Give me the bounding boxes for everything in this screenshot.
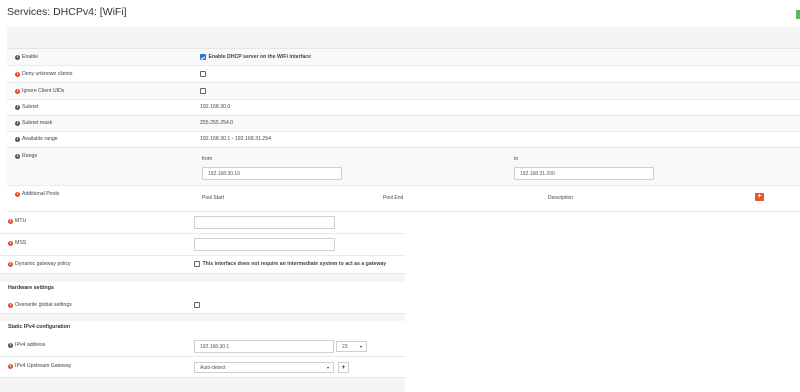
- ipv4-gateway-select[interactable]: Auto-detect: [194, 362, 334, 373]
- deny-unknown-label: Deny unknown clients: [22, 71, 73, 77]
- add-pool-button[interactable]: +: [755, 193, 764, 201]
- enable-label: Enable: [22, 54, 39, 60]
- gateway-policy-label: Dynamic gateway policy: [15, 261, 71, 267]
- chevron-down-icon: [360, 346, 362, 348]
- warning-icon[interactable]: i: [8, 302, 13, 308]
- warning-icon[interactable]: i: [8, 363, 13, 369]
- subnet-mask-value: 255.255.254.0: [200, 120, 234, 126]
- range-label: Range: [22, 153, 38, 159]
- gateway-policy-checkbox-label: This interface does not require an inter…: [202, 261, 387, 267]
- section-footer-band: [0, 378, 405, 392]
- additional-pools-label: Additional Pools: [22, 191, 60, 197]
- ignore-uids-label: Ignore Client UIDs: [22, 88, 65, 94]
- available-range-label: Available range: [22, 136, 58, 142]
- row-mtu: i MTU: [0, 212, 405, 234]
- subnet-mask-label: Subnet mask: [22, 120, 53, 126]
- info-icon[interactable]: i: [15, 54, 20, 60]
- overwrite-global-checkbox[interactable]: [194, 302, 200, 308]
- info-icon[interactable]: i: [15, 153, 20, 159]
- row-deny-unknown: i Deny unknown clients: [7, 66, 800, 83]
- row-range: i Range from to 192.168.30.10 192.168.31…: [7, 148, 800, 186]
- row-additional-pools: i Additional Pools Pool Start Pool End D…: [7, 186, 800, 212]
- ignore-uids-checkbox[interactable]: [200, 88, 206, 94]
- warning-icon[interactable]: i: [15, 71, 20, 77]
- ipv4-prefix-value: 23: [342, 343, 348, 350]
- warning-icon[interactable]: i: [8, 240, 13, 246]
- info-icon[interactable]: i: [15, 104, 20, 110]
- page-title: Services: DHCPv4: [WiFi]: [7, 6, 127, 18]
- enable-checkbox[interactable]: [200, 54, 206, 60]
- range-from-input[interactable]: 192.168.30.10: [202, 167, 342, 180]
- add-gateway-button[interactable]: +: [338, 362, 349, 373]
- section-spacer: [0, 274, 405, 282]
- hardware-settings-title: Hardware settings: [8, 285, 54, 291]
- row-ipv4-address: i IPv4 address 192.168.30.1 23: [0, 335, 405, 357]
- range-from-label: from: [202, 156, 212, 162]
- ipv4-gateway-label: IPv4 Upstream Gateway: [15, 363, 72, 369]
- ipv4-prefix-select[interactable]: 23: [336, 341, 367, 352]
- mss-label: MSS: [15, 240, 27, 246]
- pools-col-end: Pool End: [383, 195, 404, 201]
- section-header-band: [7, 27, 800, 49]
- pools-col-start: Pool Start: [202, 195, 224, 201]
- pools-col-description: Description: [548, 195, 574, 201]
- row-ignore-uids: i Ignore Client UIDs: [7, 83, 800, 100]
- row-available-range: i Available range 192.168.30.1 - 192.168…: [7, 132, 800, 148]
- subnet-value: 192.168.30.0: [200, 104, 231, 110]
- chevron-down-icon: [327, 367, 329, 369]
- section-spacer: [0, 314, 405, 321]
- available-range-value: 192.168.30.1 - 192.168.31.254: [200, 136, 271, 142]
- warning-icon[interactable]: i: [8, 218, 13, 224]
- row-gateway-policy: i Dynamic gateway policy This interface …: [0, 256, 405, 274]
- row-mss: i MSS: [0, 234, 405, 256]
- static-ipv4-title: Static IPv4 configuration: [8, 324, 71, 330]
- row-overwrite-global: i Overwrite global settings: [0, 297, 405, 314]
- warning-icon[interactable]: i: [8, 261, 13, 267]
- info-icon[interactable]: i: [15, 120, 20, 126]
- warning-icon[interactable]: i: [15, 191, 20, 197]
- ipv4-address-input[interactable]: 192.168.30.1: [194, 340, 334, 353]
- ipv4-gateway-value: Auto-detect: [200, 364, 226, 371]
- info-icon[interactable]: i: [8, 342, 13, 348]
- ipv4-address-label: IPv4 address: [15, 342, 46, 348]
- mtu-input[interactable]: [194, 216, 335, 229]
- subnet-label: Subnet: [22, 104, 39, 110]
- row-subnet-mask: i Subnet mask 255.255.254.0: [7, 116, 800, 132]
- warning-icon[interactable]: i: [15, 88, 20, 94]
- enable-checkbox-label: Enable DHCP server on the WiFi interface: [208, 54, 311, 60]
- range-to-input[interactable]: 192.168.31.200: [514, 167, 654, 180]
- gateway-policy-checkbox[interactable]: [194, 261, 200, 267]
- info-icon[interactable]: i: [15, 136, 20, 142]
- mss-input[interactable]: [194, 238, 335, 251]
- row-ipv4-gateway: i IPv4 Upstream Gateway Auto-detect +: [0, 357, 405, 378]
- deny-unknown-checkbox[interactable]: [200, 71, 206, 77]
- row-subnet: i Subnet 192.168.30.0: [7, 100, 800, 116]
- range-to-label: to: [514, 156, 519, 162]
- mtu-label: MTU: [15, 218, 27, 224]
- overwrite-global-label: Overwrite global settings: [15, 302, 72, 308]
- status-indicator: [796, 10, 800, 19]
- row-enable: i Enable Enable DHCP server on the WiFi …: [7, 49, 800, 66]
